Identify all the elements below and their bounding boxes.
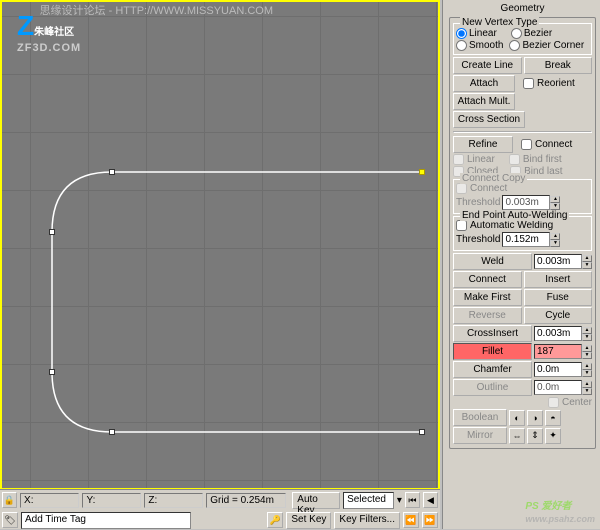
vertex[interactable] bbox=[109, 169, 115, 175]
time-tag-field[interactable]: Add Time Tag bbox=[21, 512, 191, 529]
radio-bezier[interactable]: Bezier bbox=[511, 28, 552, 39]
vertex[interactable] bbox=[49, 369, 55, 375]
mirror-button: Mirror bbox=[453, 427, 507, 444]
cycle-button[interactable]: Cycle bbox=[524, 307, 593, 324]
outline-spinner[interactable]: ▲▼ bbox=[534, 380, 592, 395]
crossinsert-spinner[interactable]: ▲▼ bbox=[534, 326, 592, 341]
mirror-h-icon[interactable]: ⇔ bbox=[509, 428, 525, 444]
fuse-button[interactable]: Fuse bbox=[524, 289, 593, 306]
chamfer-button[interactable]: Chamfer bbox=[453, 361, 532, 378]
radio-smooth[interactable]: Smooth bbox=[456, 40, 503, 51]
vertex[interactable] bbox=[109, 429, 115, 435]
key-mode-select[interactable]: Selected bbox=[343, 492, 394, 509]
watermark-top: 思缘设计论坛 - HTTP://WWW.MISSYUAN.COM bbox=[40, 2, 273, 18]
bind-first-checkbox[interactable]: Bind first bbox=[509, 154, 562, 165]
connect-copy-checkbox[interactable]: Connect bbox=[456, 183, 589, 194]
break-button[interactable]: Break bbox=[524, 57, 593, 74]
goto-start-icon[interactable]: ⏮ bbox=[405, 492, 420, 508]
auto-key-button[interactable]: Auto Key bbox=[292, 492, 340, 509]
x-coord[interactable]: X: bbox=[20, 493, 79, 508]
rollout-title: Geometry bbox=[449, 2, 596, 15]
connect-checkbox[interactable]: Connect bbox=[521, 139, 572, 150]
outline-button: Outline bbox=[453, 379, 532, 396]
grid-readout: Grid = 0.254m bbox=[206, 493, 286, 508]
command-panel: Geometry New Vertex Type Linear Bezier S… bbox=[442, 0, 600, 529]
weld-button[interactable]: Weld bbox=[453, 253, 532, 270]
vertex[interactable] bbox=[419, 429, 425, 435]
status-bar: 🔒 X: Y: Z: Grid = 0.254m Auto Key Select… bbox=[0, 489, 440, 529]
connect-threshold-spinner[interactable]: ▲▼ bbox=[502, 195, 560, 210]
attach-button[interactable]: Attach bbox=[453, 75, 515, 92]
boolean-intersect-icon[interactable]: ◓ bbox=[545, 410, 561, 426]
autoweld-threshold-spinner[interactable]: ▲▼ bbox=[502, 232, 560, 247]
make-first-button[interactable]: Make First bbox=[453, 289, 522, 306]
y-coord[interactable]: Y: bbox=[82, 493, 141, 508]
automatic-welding-checkbox[interactable]: Automatic Welding bbox=[456, 220, 589, 231]
lock-icon[interactable]: 🔒 bbox=[2, 492, 17, 508]
boolean-button: Boolean bbox=[453, 409, 507, 426]
center-checkbox[interactable]: Center bbox=[548, 397, 592, 408]
linear-checkbox[interactable]: Linear bbox=[453, 154, 495, 165]
mirror-v-icon[interactable]: ⇕ bbox=[527, 428, 543, 444]
crossinsert-button[interactable]: CrossInsert bbox=[453, 325, 532, 342]
watermark-bottom: PS 爱好者 www.psahz.com bbox=[525, 496, 595, 524]
autoweld-group: End Point Auto-Welding Automatic Welding… bbox=[453, 216, 592, 251]
spline-shape bbox=[2, 2, 442, 492]
dropdown-icon[interactable]: ▾ bbox=[397, 495, 402, 506]
weld-spinner[interactable]: ▲▼ bbox=[534, 254, 592, 269]
new-vertex-type-group: New Vertex Type Linear Bezier Smooth Bez… bbox=[453, 23, 592, 55]
connect-button[interactable]: Connect bbox=[453, 271, 522, 288]
radio-linear[interactable]: Linear bbox=[456, 28, 497, 39]
refine-button[interactable]: Refine bbox=[453, 136, 513, 153]
z-coord[interactable]: Z: bbox=[144, 493, 203, 508]
chamfer-spinner[interactable]: ▲▼ bbox=[534, 362, 592, 377]
prev-frame-icon[interactable]: ◀ bbox=[423, 492, 438, 508]
insert-button[interactable]: Insert bbox=[524, 271, 593, 288]
reorient-checkbox[interactable]: Reorient bbox=[523, 78, 575, 89]
boolean-subtract-icon[interactable]: ◑ bbox=[527, 410, 543, 426]
vertex-selected[interactable] bbox=[419, 169, 425, 175]
radio-bezier-corner[interactable]: Bezier Corner bbox=[509, 40, 584, 51]
mirror-both-icon[interactable]: ✦ bbox=[545, 428, 561, 444]
create-line-button[interactable]: Create Line bbox=[453, 57, 522, 74]
viewport[interactable]: Z朱峰社区 ZF3D.COM 思缘设计论坛 - HTTP://WWW.MISSY… bbox=[0, 0, 440, 490]
cross-section-button[interactable]: Cross Section bbox=[453, 111, 525, 128]
vertex[interactable] bbox=[49, 229, 55, 235]
fillet-spinner[interactable]: ▲▼ bbox=[534, 344, 592, 359]
next-key-icon[interactable]: ⏩ bbox=[422, 512, 438, 528]
connect-copy-group: Connect Copy Connect Threshold ▲▼ bbox=[453, 179, 592, 214]
prev-key-icon[interactable]: ⏪ bbox=[403, 512, 419, 528]
fillet-button[interactable]: Fillet bbox=[453, 343, 532, 360]
reverse-button: Reverse bbox=[453, 307, 522, 324]
time-tag-icon[interactable]: 🏷 bbox=[2, 512, 18, 528]
attach-mult-button[interactable]: Attach Mult. bbox=[453, 93, 515, 110]
set-key-icon[interactable]: 🔑 bbox=[267, 512, 283, 528]
set-key-button[interactable]: Set Key bbox=[286, 512, 331, 529]
key-filters-button[interactable]: Key Filters... bbox=[334, 512, 400, 529]
boolean-union-icon[interactable]: ◐ bbox=[509, 410, 525, 426]
